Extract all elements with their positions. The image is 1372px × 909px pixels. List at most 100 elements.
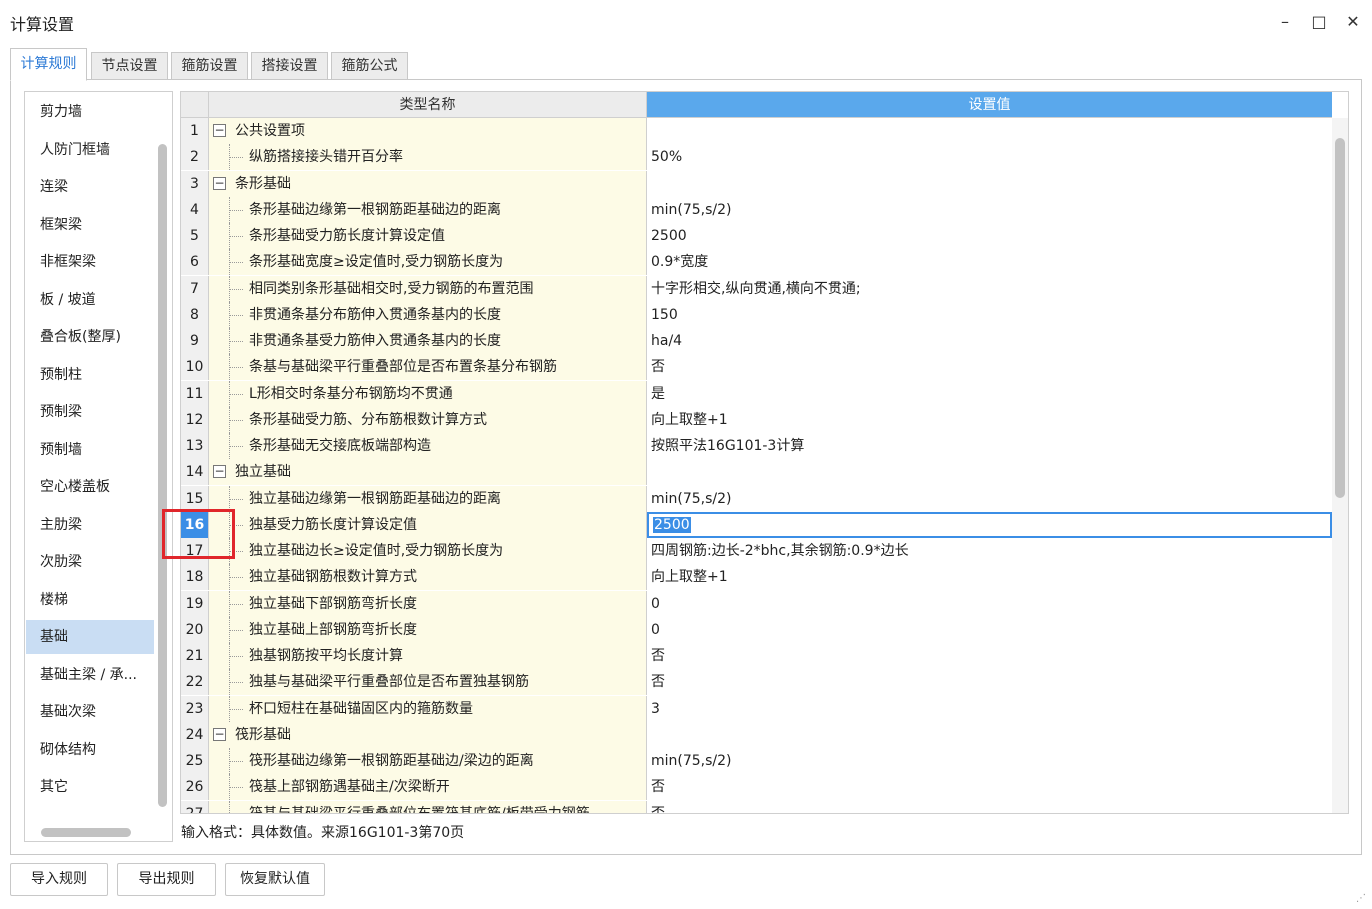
sidebar-vertical-scrollbar[interactable]: [158, 144, 167, 807]
type-name-cell[interactable]: 独基与基础梁平行重叠部位是否布置独基钢筋: [209, 669, 647, 695]
table-row[interactable]: 11 L形相交时条基分布钢筋均不贯通 是: [181, 381, 1332, 407]
row-number[interactable]: 20: [181, 617, 209, 643]
sidebar-item[interactable]: 预制柱: [26, 358, 154, 392]
type-name-cell[interactable]: − 条形基础: [209, 171, 647, 197]
value-edit-field[interactable]: 2500: [647, 512, 1332, 538]
table-row[interactable]: 6 条形基础宽度≥设定值时,受力钢筋长度为 0.9*宽度: [181, 249, 1332, 275]
type-name-cell[interactable]: 筏基与基础梁平行重叠部位布置筏基底筋/板带受力钢筋: [209, 801, 647, 813]
sidebar-item[interactable]: 板 / 坡道: [26, 283, 154, 317]
row-number[interactable]: 13: [181, 433, 209, 459]
group-row[interactable]: 14− 独立基础: [181, 459, 1332, 485]
tab-calc-rules[interactable]: 计算规则: [10, 48, 87, 81]
table-row[interactable]: 27 筏基与基础梁平行重叠部位布置筏基底筋/板带受力钢筋 否: [181, 801, 1332, 813]
table-row[interactable]: 9 非贯通条基受力筋伸入贯通条基内的长度 ha/4: [181, 328, 1332, 354]
row-number[interactable]: 1: [181, 118, 209, 144]
table-row[interactable]: 25 筏形基础边缘第一根钢筋距基础边/梁边的距离 min(75,s/2): [181, 748, 1332, 774]
value-cell[interactable]: [647, 459, 1332, 485]
table-row[interactable]: 26 筏基上部钢筋遇基础主/次梁断开 否: [181, 774, 1332, 800]
table-row[interactable]: 10 条基与基础梁平行重叠部位是否布置条基分布钢筋 否: [181, 354, 1332, 380]
sidebar-horizontal-scrollbar[interactable]: [41, 828, 131, 837]
sidebar-item[interactable]: 叠合板(整厚): [26, 320, 154, 354]
table-row[interactable]: 17 独立基础边长≥设定值时,受力钢筋长度为 四周钢筋:边长-2*bhc,其余钢筋:…: [181, 538, 1332, 564]
value-cell[interactable]: 50%: [647, 144, 1332, 170]
sidebar-item[interactable]: 框架梁: [26, 208, 154, 242]
type-name-cell[interactable]: 独立基础上部钢筋弯折长度: [209, 617, 647, 643]
type-name-cell[interactable]: 杯口短柱在基础锚固区内的箍筋数量: [209, 696, 647, 722]
collapse-toggle-icon[interactable]: −: [213, 728, 226, 741]
row-number[interactable]: 12: [181, 407, 209, 433]
import-rules-button[interactable]: 导入规则: [10, 863, 108, 896]
type-name-cell[interactable]: 独基钢筋按平均长度计算: [209, 643, 647, 669]
group-row[interactable]: 24− 筏形基础: [181, 722, 1332, 748]
sidebar-item[interactable]: 其它: [26, 770, 154, 804]
table-row[interactable]: 5 条形基础受力筋长度计算设定值 2500: [181, 223, 1332, 249]
type-name-cell[interactable]: 条形基础受力筋、分布筋根数计算方式: [209, 407, 647, 433]
type-name-cell[interactable]: 筏形基础边缘第一根钢筋距基础边/梁边的距离: [209, 748, 647, 774]
type-name-cell[interactable]: − 公共设置项: [209, 118, 647, 144]
value-cell[interactable]: 是: [647, 381, 1332, 407]
type-name-cell[interactable]: 独立基础边长≥设定值时,受力钢筋长度为: [209, 538, 647, 564]
value-cell[interactable]: 0: [647, 617, 1332, 643]
tab-lap-settings[interactable]: 搭接设置: [251, 52, 328, 80]
sidebar-item[interactable]: 连梁: [26, 170, 154, 204]
type-name-cell[interactable]: − 独立基础: [209, 459, 647, 485]
table-row[interactable]: 21 独基钢筋按平均长度计算 否: [181, 643, 1332, 669]
row-number[interactable]: 4: [181, 197, 209, 223]
value-cell[interactable]: 0.9*宽度: [647, 249, 1332, 275]
row-number[interactable]: 27: [181, 801, 209, 813]
sidebar-item[interactable]: 基础主梁 / 承...: [26, 658, 154, 692]
table-row[interactable]: 22 独基与基础梁平行重叠部位是否布置独基钢筋 否: [181, 669, 1332, 695]
minimize-icon[interactable]: –: [1270, 8, 1300, 36]
group-row[interactable]: 3− 条形基础: [181, 171, 1332, 197]
row-number[interactable]: 25: [181, 748, 209, 774]
value-cell[interactable]: 否: [647, 774, 1332, 800]
type-name-cell[interactable]: 条形基础宽度≥设定值时,受力钢筋长度为: [209, 249, 647, 275]
table-row[interactable]: 16 独基受力筋长度计算设定值 2500: [181, 512, 1332, 538]
table-row[interactable]: 18 独立基础钢筋根数计算方式 向上取整+1: [181, 564, 1332, 590]
table-row[interactable]: 19 独立基础下部钢筋弯折长度 0: [181, 591, 1332, 617]
type-name-cell[interactable]: − 筏形基础: [209, 722, 647, 748]
tab-stirrup-settings[interactable]: 箍筋设置: [171, 52, 248, 80]
value-cell[interactable]: 否: [647, 669, 1332, 695]
row-number[interactable]: 8: [181, 302, 209, 328]
sidebar-item[interactable]: 楼梯: [26, 583, 154, 617]
row-number[interactable]: 11: [181, 381, 209, 407]
restore-defaults-button[interactable]: 恢复默认值: [225, 863, 325, 896]
table-row[interactable]: 8 非贯通条基分布筋伸入贯通条基内的长度 150: [181, 302, 1332, 328]
selected-value-text[interactable]: 2500: [653, 517, 691, 533]
sidebar-item[interactable]: 主肋梁: [26, 508, 154, 542]
table-row[interactable]: 15 独立基础边缘第一根钢筋距基础边的距离 min(75,s/2): [181, 486, 1332, 512]
value-cell[interactable]: min(75,s/2): [647, 748, 1332, 774]
value-cell[interactable]: 向上取整+1: [647, 407, 1332, 433]
value-cell[interactable]: 十字形相交,纵向贯通,横向不贯通;: [647, 276, 1332, 302]
value-cell[interactable]: min(75,s/2): [647, 486, 1332, 512]
row-number[interactable]: 24: [181, 722, 209, 748]
value-cell[interactable]: 否: [647, 643, 1332, 669]
type-name-cell[interactable]: 筏基上部钢筋遇基础主/次梁断开: [209, 774, 647, 800]
row-number[interactable]: 14: [181, 459, 209, 485]
value-cell[interactable]: 否: [647, 354, 1332, 380]
value-cell[interactable]: 0: [647, 591, 1332, 617]
tab-stirrup-formula[interactable]: 箍筋公式: [331, 52, 408, 80]
type-name-cell[interactable]: 条基与基础梁平行重叠部位是否布置条基分布钢筋: [209, 354, 647, 380]
table-row[interactable]: 23 杯口短柱在基础锚固区内的箍筋数量 3: [181, 696, 1332, 722]
value-cell[interactable]: 150: [647, 302, 1332, 328]
value-cell[interactable]: 否: [647, 801, 1332, 813]
collapse-toggle-icon[interactable]: −: [213, 124, 226, 137]
maximize-icon[interactable]: □: [1304, 8, 1334, 36]
type-name-cell[interactable]: 条形基础无交接底板端部构造: [209, 433, 647, 459]
value-cell[interactable]: 3: [647, 696, 1332, 722]
value-cell[interactable]: 2500: [647, 223, 1332, 249]
value-cell[interactable]: 四周钢筋:边长-2*bhc,其余钢筋:0.9*边长: [647, 538, 1332, 564]
sidebar-item[interactable]: 预制梁: [26, 395, 154, 429]
value-cell[interactable]: min(75,s/2): [647, 197, 1332, 223]
sidebar-item[interactable]: 剪力墙: [26, 95, 154, 129]
row-number[interactable]: 5: [181, 223, 209, 249]
type-name-cell[interactable]: 独立基础下部钢筋弯折长度: [209, 591, 647, 617]
row-number[interactable]: 3: [181, 171, 209, 197]
row-number[interactable]: 2: [181, 144, 209, 170]
row-number[interactable]: 19: [181, 591, 209, 617]
value-cell[interactable]: 向上取整+1: [647, 564, 1332, 590]
row-number[interactable]: 7: [181, 276, 209, 302]
sidebar-item[interactable]: 次肋梁: [26, 545, 154, 579]
